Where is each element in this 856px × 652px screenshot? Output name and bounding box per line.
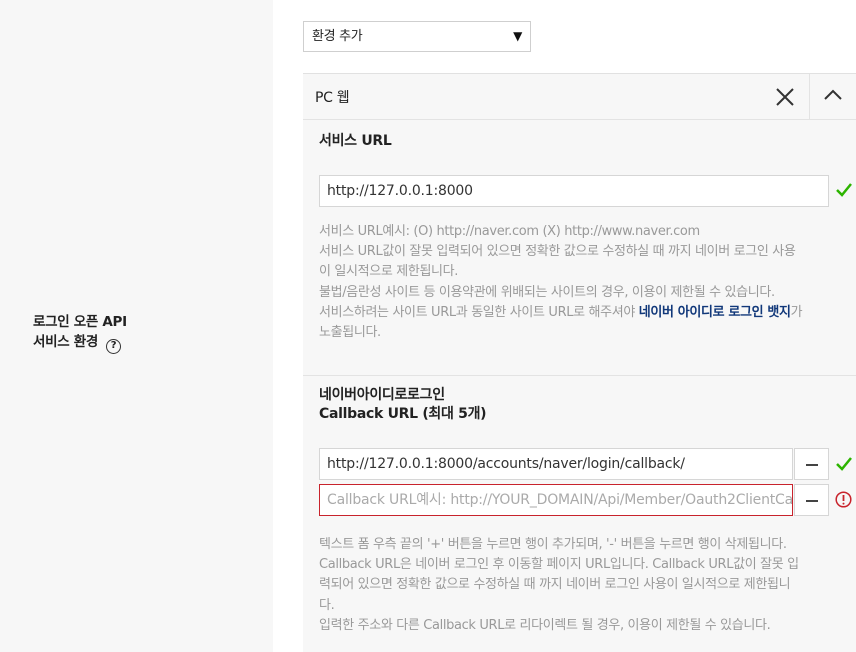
service-url-input[interactable] xyxy=(319,175,829,207)
remove-callback-url-2-button[interactable] xyxy=(794,484,829,516)
close-icon[interactable] xyxy=(761,74,809,120)
left-label-column: 로그인 오픈 API 서비스 환경? xyxy=(0,0,273,652)
service-url-label: 서비스 URL xyxy=(319,133,392,149)
error-icon xyxy=(835,491,852,508)
dropdown-arrow-icon: ▼ xyxy=(513,29,522,43)
remove-callback-url-1-button[interactable] xyxy=(794,448,829,480)
check-icon xyxy=(836,183,852,197)
callback-url-input-1[interactable] xyxy=(319,448,793,480)
naver-login-badge-text: 네이버 아이디로 로그인 뱃지 xyxy=(638,304,791,320)
check-icon xyxy=(836,457,852,471)
help-icon[interactable]: ? xyxy=(106,339,121,354)
label-line-2: 서비스 환경? xyxy=(33,332,127,354)
pc-web-panel: PC 웹 서비스 URL 서비스 URL예시: (O) http://naver… xyxy=(303,73,856,652)
service-environment-label: 로그인 오픈 API 서비스 환경? xyxy=(33,312,127,354)
section-divider xyxy=(303,375,856,376)
service-url-help: 서비스 URL예시: (O) http://naver.com (X) http… xyxy=(319,224,803,341)
collapse-button[interactable] xyxy=(809,74,856,120)
callback-url-label: 네이버아이디로로그인 Callback URL (최대 5개) xyxy=(319,387,487,422)
callback-url-help: 텍스트 폼 우측 끝의 '+' 버튼을 누르면 행이 추가되며, '-' 버튼을… xyxy=(319,537,799,633)
panel-header: PC 웹 xyxy=(303,74,856,120)
chevron-up-icon xyxy=(824,89,842,100)
environment-select-value: 환경 추가 xyxy=(312,29,363,44)
label-line-1: 로그인 오픈 API xyxy=(33,314,127,330)
callback-url-input-2[interactable] xyxy=(319,484,793,516)
panel-title: PC 웹 xyxy=(315,90,350,106)
environment-add-select[interactable]: 환경 추가 ▼ xyxy=(303,21,531,52)
